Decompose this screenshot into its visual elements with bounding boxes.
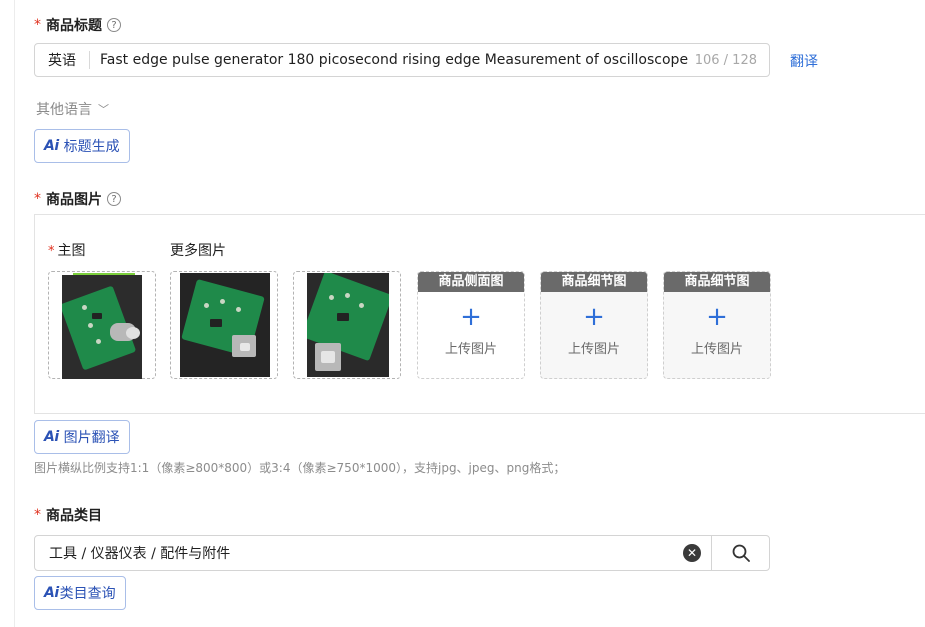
upload-detail-image-slot[interactable]: 商品细节图 + 上传图片 bbox=[663, 271, 771, 379]
required-mark: * bbox=[48, 244, 55, 259]
ai-image-translate-button[interactable]: Ai 图片翻译 bbox=[34, 420, 130, 454]
ai-icon: Ai bbox=[44, 429, 59, 445]
help-icon[interactable]: ? bbox=[107, 192, 121, 206]
title-input-value[interactable]: Fast edge pulse generator 180 picosecond… bbox=[90, 52, 691, 68]
main-image-label: * 主图 bbox=[48, 240, 86, 260]
upload-detail-image-slot[interactable]: 商品细节图 + 上传图片 bbox=[540, 271, 648, 379]
ai-title-generate-label: 标题生成 bbox=[63, 139, 120, 155]
title-label-text: 商品标题 bbox=[46, 18, 102, 34]
required-mark: * bbox=[34, 191, 41, 207]
category-input[interactable]: 工具 / 仪器仪表 / 配件与附件 ✕ bbox=[34, 535, 770, 571]
ai-image-translate-label: 图片翻译 bbox=[63, 430, 120, 446]
upload-text: 上传图片 bbox=[567, 342, 620, 357]
category-field-label: * 商品类目 bbox=[34, 505, 102, 525]
ai-category-query-label: 类目查询 bbox=[59, 586, 116, 602]
ai-category-query-button[interactable]: Ai 类目查询 bbox=[34, 576, 126, 610]
clear-icon[interactable]: ✕ bbox=[683, 544, 701, 562]
translate-link[interactable]: 翻译 bbox=[790, 51, 818, 71]
upload-side-image-slot[interactable]: 商品侧面图 + 上传图片 bbox=[417, 271, 525, 379]
required-mark: * bbox=[34, 507, 41, 523]
images-label-text: 商品图片 bbox=[46, 192, 102, 208]
product-photo bbox=[307, 273, 389, 377]
ai-icon: Ai bbox=[44, 138, 59, 154]
search-icon bbox=[732, 544, 750, 562]
main-image-label-text: 主图 bbox=[57, 243, 86, 259]
category-label-text: 商品类目 bbox=[46, 508, 102, 524]
category-input-value[interactable]: 工具 / 仪器仪表 / 配件与附件 bbox=[35, 543, 683, 563]
other-languages-label: 其他语言 bbox=[36, 102, 92, 118]
slot-header: 商品侧面图 bbox=[418, 272, 524, 292]
product-image-thumbnail[interactable] bbox=[170, 271, 278, 379]
other-languages-toggle[interactable]: 其他语言 ﹀ bbox=[36, 99, 109, 119]
help-icon[interactable]: ? bbox=[107, 18, 121, 32]
product-photo bbox=[180, 273, 270, 377]
left-divider bbox=[14, 0, 15, 627]
upload-text: 上传图片 bbox=[444, 342, 497, 357]
plus-icon: + bbox=[460, 302, 482, 332]
ai-title-generate-button[interactable]: Ai 标题生成 bbox=[34, 129, 130, 163]
slot-header: 商品细节图 bbox=[664, 272, 770, 292]
character-counter: 106 / 128 bbox=[690, 52, 769, 68]
search-button[interactable] bbox=[711, 536, 769, 570]
image-requirements-hint: 图片横纵比例支持1:1（像素≥800*800）或3:4（像素≥750*1000）… bbox=[34, 461, 566, 475]
chevron-down-icon: ﹀ bbox=[98, 103, 109, 116]
more-images-label: 更多图片 bbox=[170, 243, 226, 259]
product-image-thumbnail[interactable] bbox=[293, 271, 401, 379]
title-field-label: * 商品标题 ? bbox=[34, 15, 121, 35]
title-input[interactable]: 英语 Fast edge pulse generator 180 picosec… bbox=[34, 43, 770, 77]
main-image-thumbnail[interactable] bbox=[48, 271, 156, 379]
required-mark: * bbox=[34, 17, 41, 33]
product-photo bbox=[62, 275, 142, 379]
plus-icon: + bbox=[583, 302, 605, 332]
upload-text: 上传图片 bbox=[690, 342, 743, 357]
plus-icon: + bbox=[706, 302, 728, 332]
language-prefix[interactable]: 英语 bbox=[35, 50, 89, 70]
ai-icon: Ai bbox=[44, 585, 59, 601]
images-field-label: * 商品图片 ? bbox=[34, 189, 121, 209]
slot-header: 商品细节图 bbox=[541, 272, 647, 292]
